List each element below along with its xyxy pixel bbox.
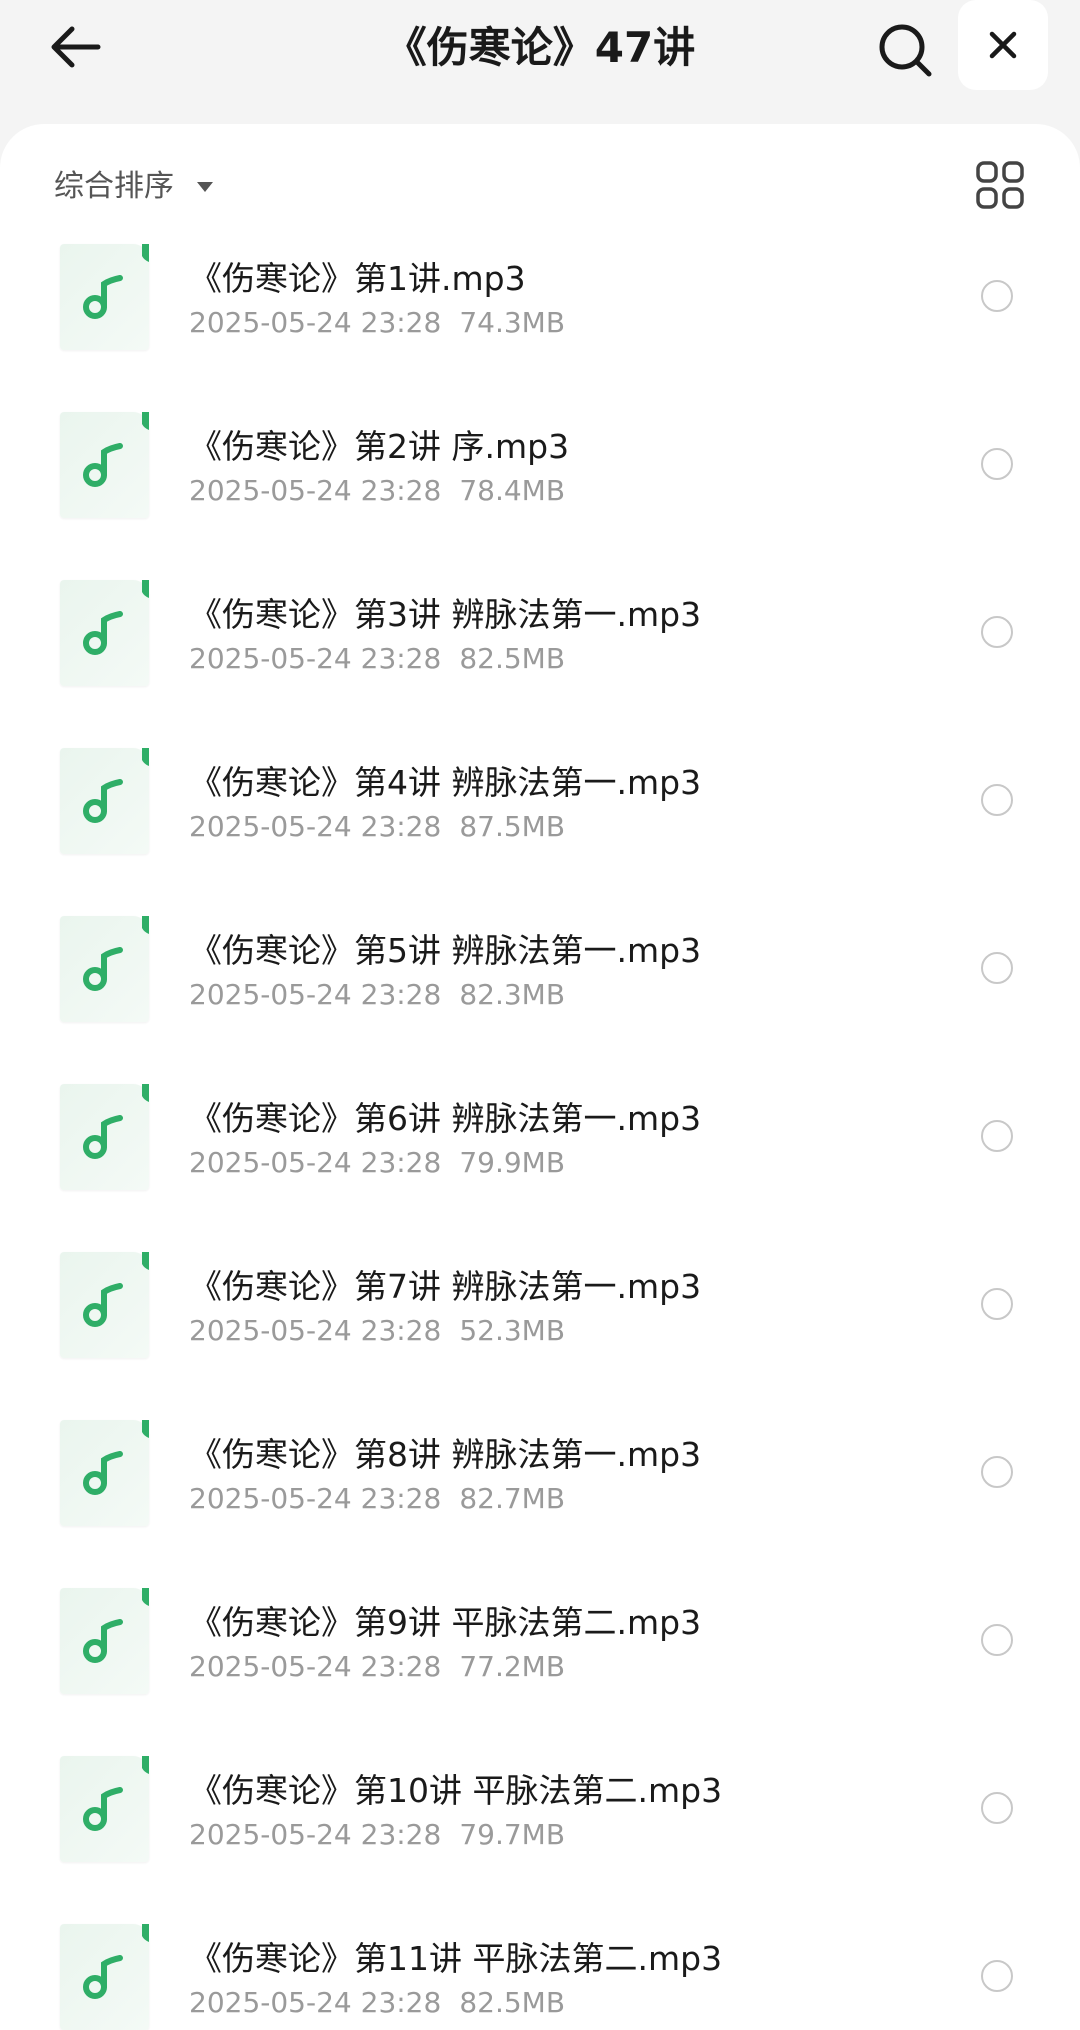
file-meta: 2025-05-24 23:28 82.5MB: [189, 1986, 565, 2019]
file-date: 2025-05-24 23:28: [189, 1986, 442, 2019]
select-radio[interactable]: [981, 1792, 1013, 1824]
audio-file-icon: [60, 1588, 149, 1694]
file-list-item[interactable]: 《伤寒论》第9讲 平脉法第二.mp3 2025-05-24 23:28 77.2M…: [0, 1588, 1080, 1738]
select-radio[interactable]: [981, 1120, 1013, 1152]
file-name: 《伤寒论》第3讲 辨脉法第一.mp3: [189, 595, 702, 634]
file-list-item[interactable]: 《伤寒论》第5讲 辨脉法第一.mp3 2025-05-24 23:28 82.3M…: [0, 916, 1080, 1066]
audio-file-icon: [60, 412, 149, 518]
file-name: 《伤寒论》第8讲 辨脉法第一.mp3: [189, 1435, 702, 1474]
file-name: 《伤寒论》第10讲 平脉法第二.mp3: [189, 1771, 723, 1810]
file-date: 2025-05-24 23:28: [189, 1314, 442, 1347]
file-date: 2025-05-24 23:28: [189, 978, 442, 1011]
back-button[interactable]: [40, 12, 110, 82]
file-meta: 2025-05-24 23:28 87.5MB: [189, 810, 565, 843]
file-list-item[interactable]: 《伤寒论》第8讲 辨脉法第一.mp3 2025-05-24 23:28 82.7M…: [0, 1420, 1080, 1570]
file-date: 2025-05-24 23:28: [189, 1482, 442, 1515]
sort-label: 综合排序: [54, 169, 174, 204]
file-size: 77.2MB: [459, 1650, 566, 1683]
file-list-item[interactable]: 《伤寒论》第10讲 平脉法第二.mp3 2025-05-24 23:28 79.7…: [0, 1756, 1080, 1906]
file-size: 74.3MB: [459, 306, 566, 339]
file-date: 2025-05-24 23:28: [189, 1650, 442, 1683]
audio-file-icon: [60, 1420, 149, 1526]
file-meta: 2025-05-24 23:28 78.4MB: [189, 474, 565, 507]
file-list-item[interactable]: 《伤寒论》第2讲 序.mp3 2025-05-24 23:28 78.4MB: [0, 412, 1080, 562]
sort-dropdown[interactable]: 综合排序: [54, 158, 214, 208]
grid-view-icon: [976, 161, 1024, 209]
file-name: 《伤寒论》第5讲 辨脉法第一.mp3: [189, 931, 702, 970]
file-list-item[interactable]: 《伤寒论》第11讲 平脉法第二.mp3 2025-05-24 23:28 82.5…: [0, 1924, 1080, 2030]
file-list-item[interactable]: 《伤寒论》第7讲 辨脉法第一.mp3 2025-05-24 23:28 52.3M…: [0, 1252, 1080, 1402]
arrow-left-icon: [51, 26, 101, 68]
file-list-item[interactable]: 《伤寒论》第6讲 辨脉法第一.mp3 2025-05-24 23:28 79.9M…: [0, 1084, 1080, 1234]
file-meta: 2025-05-24 23:28 82.5MB: [189, 642, 565, 675]
file-name: 《伤寒论》第1讲.mp3: [189, 259, 526, 298]
search-button[interactable]: [865, 10, 945, 90]
file-list-item[interactable]: 《伤寒论》第1讲.mp3 2025-05-24 23:28 74.3MB: [0, 244, 1080, 394]
audio-file-icon: [60, 1756, 149, 1862]
file-size: 87.5MB: [459, 810, 566, 843]
file-size: 52.3MB: [459, 1314, 566, 1347]
audio-file-icon: [60, 748, 149, 854]
audio-file-icon: [60, 244, 149, 350]
file-meta: 2025-05-24 23:28 82.7MB: [189, 1482, 565, 1515]
grid-view-button[interactable]: [975, 160, 1025, 210]
file-date: 2025-05-24 23:28: [189, 642, 442, 675]
file-size: 82.5MB: [459, 1986, 566, 2019]
file-meta: 2025-05-24 23:28 52.3MB: [189, 1314, 565, 1347]
file-size: 78.4MB: [459, 474, 566, 507]
file-name: 《伤寒论》第9讲 平脉法第二.mp3: [189, 1603, 702, 1642]
search-icon: [879, 24, 932, 77]
select-radio[interactable]: [981, 952, 1013, 984]
file-name: 《伤寒论》第11讲 平脉法第二.mp3: [189, 1939, 723, 1978]
close-button[interactable]: [958, 0, 1048, 90]
file-date: 2025-05-24 23:28: [189, 306, 442, 339]
file-size: 82.5MB: [459, 642, 566, 675]
file-meta: 2025-05-24 23:28 79.7MB: [189, 1818, 565, 1851]
file-meta: 2025-05-24 23:28 74.3MB: [189, 306, 565, 339]
file-meta: 2025-05-24 23:28 79.9MB: [189, 1146, 565, 1179]
audio-file-icon: [60, 1924, 149, 2030]
select-radio[interactable]: [981, 1288, 1013, 1320]
file-date: 2025-05-24 23:28: [189, 1818, 442, 1851]
audio-file-icon: [60, 580, 149, 686]
file-date: 2025-05-24 23:28: [189, 1146, 442, 1179]
file-size: 79.9MB: [459, 1146, 566, 1179]
select-radio[interactable]: [981, 448, 1013, 480]
file-name: 《伤寒论》第4讲 辨脉法第一.mp3: [189, 763, 702, 802]
file-list-sheet: 综合排序 《伤寒论》第1讲.mp3 2025-05-24 23:28 74.3MB: [0, 124, 1080, 2030]
file-date: 2025-05-24 23:28: [189, 810, 442, 843]
audio-file-icon: [60, 916, 149, 1022]
select-radio[interactable]: [981, 1624, 1013, 1656]
page-title: 《伤寒论》47讲: [384, 23, 696, 72]
select-radio[interactable]: [981, 616, 1013, 648]
file-list-item[interactable]: 《伤寒论》第4讲 辨脉法第一.mp3 2025-05-24 23:28 87.5M…: [0, 748, 1080, 898]
audio-file-icon: [60, 1252, 149, 1358]
select-radio[interactable]: [981, 784, 1013, 816]
file-list-item[interactable]: 《伤寒论》第3讲 辨脉法第一.mp3 2025-05-24 23:28 82.5M…: [0, 580, 1080, 730]
close-icon: [989, 31, 1017, 59]
caret-down-icon: [196, 166, 214, 201]
file-date: 2025-05-24 23:28: [189, 474, 442, 507]
file-meta: 2025-05-24 23:28 77.2MB: [189, 1650, 565, 1683]
file-size: 82.3MB: [459, 978, 566, 1011]
file-name: 《伤寒论》第6讲 辨脉法第一.mp3: [189, 1099, 702, 1138]
select-radio[interactable]: [981, 280, 1013, 312]
file-size: 82.7MB: [459, 1482, 566, 1515]
file-size: 79.7MB: [459, 1818, 566, 1851]
file-meta: 2025-05-24 23:28 82.3MB: [189, 978, 565, 1011]
select-radio[interactable]: [981, 1456, 1013, 1488]
file-name: 《伤寒论》第2讲 序.mp3: [189, 427, 570, 466]
file-name: 《伤寒论》第7讲 辨脉法第一.mp3: [189, 1267, 702, 1306]
audio-file-icon: [60, 1084, 149, 1190]
top-bar: 《伤寒论》47讲: [0, 0, 1080, 125]
select-radio[interactable]: [981, 1960, 1013, 1992]
